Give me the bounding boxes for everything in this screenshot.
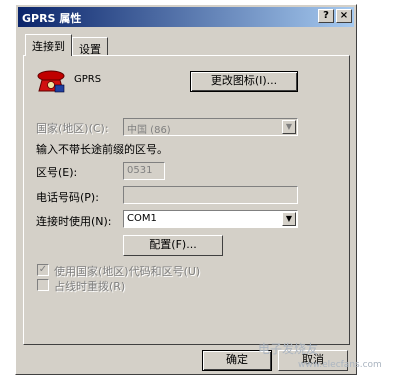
redial-label: 占线时重拨(R)	[54, 280, 126, 293]
area-code-input[interactable]: 0531	[123, 162, 165, 180]
configure-button[interactable]: 配置(F)...	[123, 235, 223, 256]
area-code-label: 区号(E):	[36, 166, 78, 179]
country-value: 中国 (86)	[127, 125, 171, 136]
connect-using-label: 连接时使用(N):	[36, 215, 112, 228]
use-country-code-checkbox[interactable]: ✓	[37, 264, 49, 276]
tab-connect-to[interactable]: 连接到	[25, 34, 72, 56]
country-select[interactable]: 中国 (86) ▼	[123, 118, 298, 136]
change-icon-button[interactable]: 更改图标(I)...	[190, 71, 298, 92]
watermark-text: 电子发烧友	[258, 342, 319, 356]
title-bar: GPRS 属性 ? ×	[18, 7, 354, 27]
window-title: GPRS 属性	[22, 12, 82, 25]
area-code-hint: 输入不带长途前缀的区号。	[36, 143, 168, 156]
phone-icon	[37, 70, 65, 93]
watermark-url: www.elecfans.com	[298, 360, 382, 370]
chevron-down-icon[interactable]: ▼	[282, 212, 296, 226]
phone-number-label: 电话号码(P):	[36, 191, 99, 204]
phone-number-input[interactable]	[123, 186, 298, 204]
use-country-code-label: 使用国家(地区)代码和区号(U)	[54, 265, 201, 278]
country-label: 国家(地区)(C):	[36, 122, 109, 135]
close-button[interactable]: ×	[336, 9, 352, 23]
connect-using-value: COM1	[127, 213, 157, 224]
connect-using-select[interactable]: COM1 ▼	[123, 210, 298, 228]
tab-settings[interactable]: 设置	[72, 37, 108, 57]
redial-checkbox[interactable]	[37, 279, 49, 291]
connection-name: GPRS	[74, 74, 102, 85]
help-button[interactable]: ?	[318, 9, 334, 23]
chevron-down-icon[interactable]: ▼	[282, 120, 296, 134]
gprs-properties-dialog: GPRS 属性 ? × 连接到 设置 GPRS 更改图标(I)... 国家(地区…	[15, 4, 357, 375]
